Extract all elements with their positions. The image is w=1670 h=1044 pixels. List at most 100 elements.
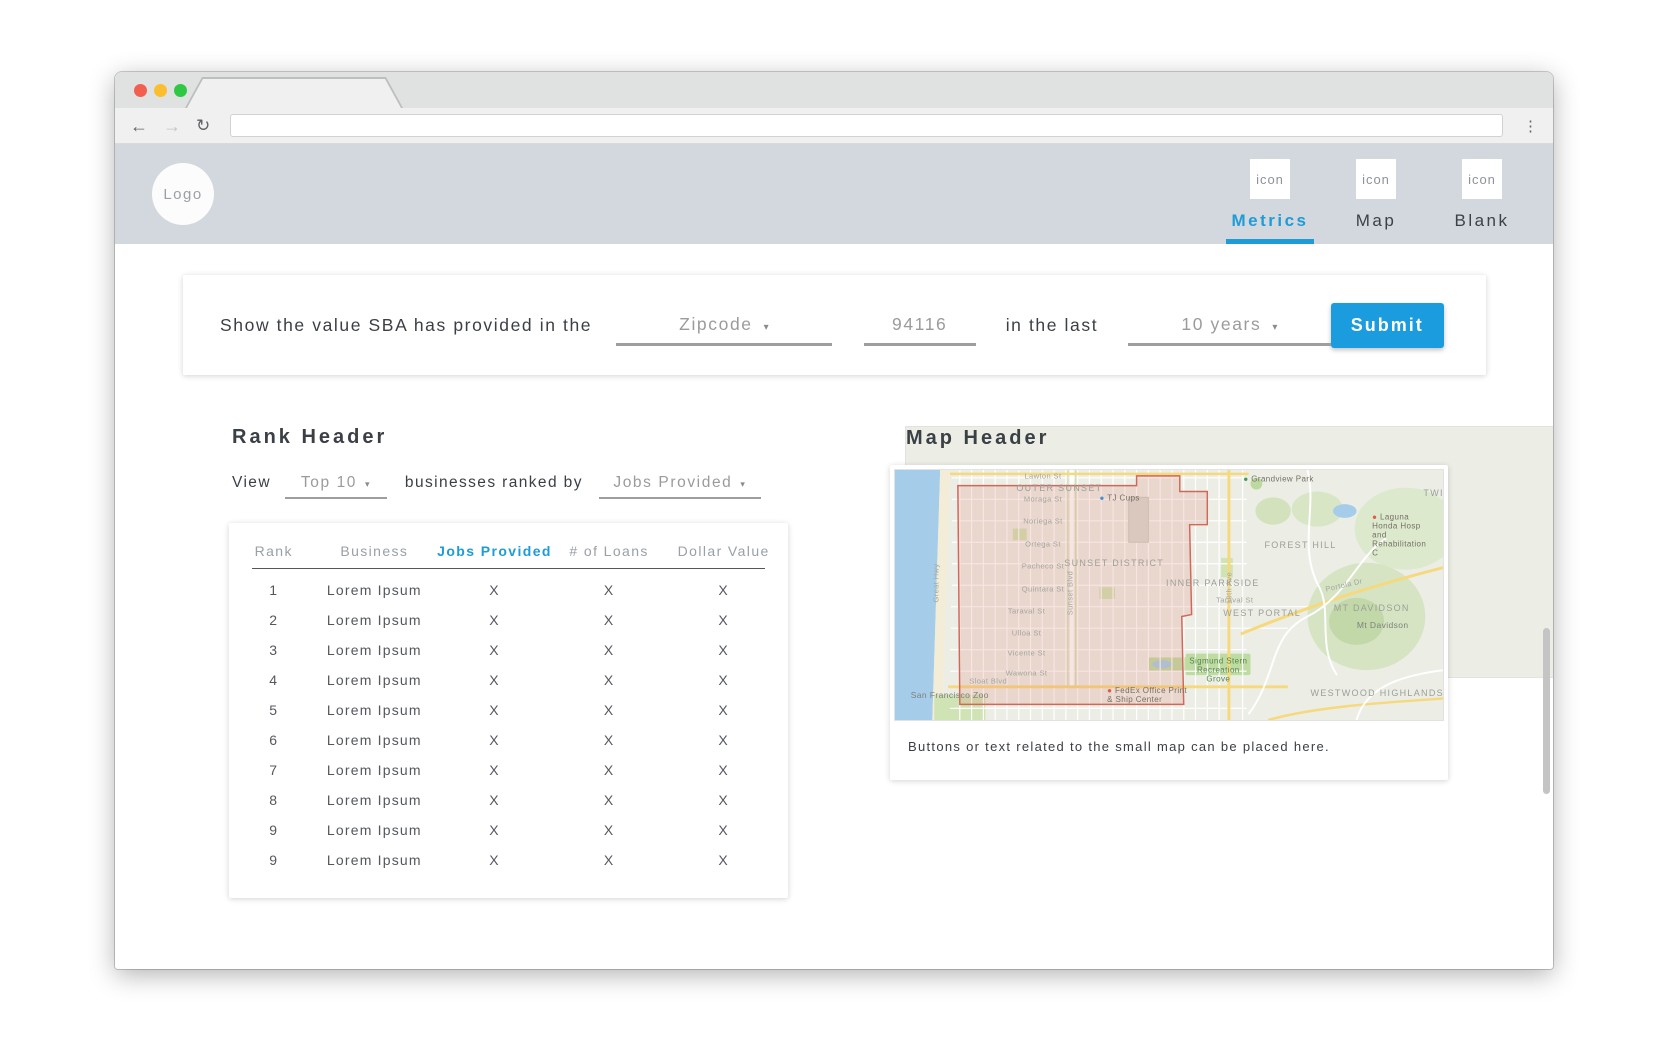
cell-rank: 3	[229, 642, 318, 658]
cell-rank: 1	[229, 582, 318, 598]
table-row: 3 Lorem Ipsum X X X	[229, 635, 788, 665]
map-label: Grandview Park	[1243, 474, 1313, 483]
cell-business: Lorem Ipsum	[318, 702, 430, 718]
cell-jobs-provided: X	[430, 582, 559, 598]
cell-business: Lorem Ipsum	[318, 672, 430, 688]
cell-dollar-value: X	[659, 582, 788, 598]
cell-rank: 6	[229, 732, 318, 748]
map-label: Ulloa St	[1012, 628, 1041, 637]
geo-type-dropdown[interactable]: Zipcode ▾	[616, 314, 832, 346]
map-labels-layer: OUTER SUNSETSUNSET DISTRICTINNER PARKSID…	[895, 470, 1443, 720]
map-label: Moraga St	[1024, 494, 1062, 503]
table-body: 1 Lorem Ipsum X X X 2 Lorem Ipsum X X X	[229, 569, 788, 875]
cell-rank: 8	[229, 792, 318, 808]
map-label: Sigmund Stern Recreation Grove	[1189, 657, 1247, 684]
cell-loans: X	[559, 642, 660, 658]
close-window-button[interactable]	[134, 84, 147, 97]
ranked-by-dropdown[interactable]: Jobs Provided ▾	[599, 474, 761, 499]
chevron-down-icon: ▾	[764, 322, 769, 333]
browser-toolbar: ← → ↻ ⋮	[115, 108, 1553, 144]
geo-type-value: Zipcode	[679, 314, 752, 335]
ranked-by-label: businesses ranked by	[405, 474, 583, 492]
column-header-loans[interactable]: # of Loans	[559, 543, 660, 559]
map-label: MT DAVIDSON	[1334, 603, 1410, 613]
map-label: FedEx Office Print & Ship Center	[1107, 686, 1187, 704]
cell-jobs-provided: X	[430, 702, 559, 718]
cell-loans: X	[559, 582, 660, 598]
browser-tab[interactable]	[185, 77, 403, 108]
map-label: Quintara St	[1022, 584, 1064, 593]
nav-item-map[interactable]: icon Map	[1323, 144, 1429, 244]
cell-rank: 9	[229, 822, 318, 838]
cell-rank: 7	[229, 762, 318, 778]
cell-rank: 9	[229, 852, 318, 868]
browser-titlebar	[115, 72, 1553, 108]
browser-window: ← → ↻ ⋮ Logo icon Metrics icon Map	[115, 72, 1553, 969]
map-label: OUTER SUNSET	[1016, 483, 1102, 493]
map-label: SUNSET DISTRICT	[1064, 558, 1164, 568]
browser-menu-icon[interactable]: ⋮	[1523, 117, 1538, 135]
map-label: WEST PORTAL	[1223, 608, 1301, 618]
chevron-down-icon: ▾	[740, 479, 746, 490]
cell-business: Lorem Ipsum	[318, 792, 430, 808]
cell-loans: X	[559, 612, 660, 628]
cell-dollar-value: X	[659, 702, 788, 718]
cell-jobs-provided: X	[430, 852, 559, 868]
chevron-down-icon: ▾	[1272, 322, 1277, 333]
minimize-window-button[interactable]	[154, 84, 167, 97]
map-label: Lawton St	[1024, 472, 1061, 481]
map-label: Pacheco St	[1022, 562, 1064, 571]
rank-section-title: Rank Header	[232, 426, 387, 449]
cell-jobs-provided: X	[430, 642, 559, 658]
time-period-dropdown[interactable]: 10 years ▾	[1128, 314, 1330, 346]
zipcode-input[interactable]	[864, 314, 976, 346]
column-header-rank[interactable]: Rank	[229, 543, 318, 559]
cell-business: Lorem Ipsum	[318, 762, 430, 778]
column-header-business[interactable]: Business	[318, 543, 430, 559]
metrics-icon: icon	[1250, 159, 1290, 199]
forward-icon[interactable]: →	[163, 117, 181, 135]
cell-loans: X	[559, 822, 660, 838]
screenshot-canvas: ← → ↻ ⋮ Logo icon Metrics icon Map	[0, 0, 1670, 1044]
blank-icon: icon	[1462, 159, 1502, 199]
map-label: San Francisco Zoo	[911, 690, 989, 700]
nav-item-metrics[interactable]: icon Metrics	[1217, 144, 1323, 244]
logo[interactable]: Logo	[152, 163, 214, 225]
map-label: Vicente St	[1007, 648, 1045, 657]
logo-text: Logo	[163, 186, 202, 203]
cell-rank: 2	[229, 612, 318, 628]
icon-placeholder-text: icon	[1362, 172, 1390, 187]
back-icon[interactable]: ←	[130, 117, 148, 135]
map[interactable]: OUTER SUNSETSUNSET DISTRICTINNER PARKSID…	[894, 469, 1444, 721]
nav-item-blank[interactable]: icon Blank	[1429, 144, 1535, 244]
cell-jobs-provided: X	[430, 612, 559, 628]
cell-business: Lorem Ipsum	[318, 732, 430, 748]
map-label: Wawona St	[1006, 668, 1048, 677]
top-count-dropdown[interactable]: Top 10 ▾	[285, 474, 387, 499]
tab-face	[187, 79, 401, 108]
cell-rank: 4	[229, 672, 318, 688]
column-header-dollar-value[interactable]: Dollar Value	[659, 543, 788, 559]
submit-button[interactable]: Submit	[1331, 303, 1444, 348]
refresh-icon[interactable]: ↻	[196, 117, 210, 134]
map-label: Noriega St	[1023, 517, 1062, 526]
cell-dollar-value: X	[659, 612, 788, 628]
map-label: TWIN	[1423, 488, 1444, 498]
cell-dollar-value: X	[659, 732, 788, 748]
cell-jobs-provided: X	[430, 732, 559, 748]
cell-jobs-provided: X	[430, 792, 559, 808]
ranked-by-value: Jobs Provided	[613, 474, 732, 492]
url-bar[interactable]	[230, 114, 1503, 137]
scrollbar-thumb[interactable]	[1543, 628, 1550, 794]
cell-jobs-provided: X	[430, 762, 559, 778]
cell-jobs-provided: X	[430, 822, 559, 838]
map-label: Portola Dr	[1325, 576, 1364, 593]
map-label: FOREST HILL	[1264, 540, 1336, 550]
nav-label-map: Map	[1356, 211, 1397, 231]
table-row: 9 Lorem Ipsum X X X	[229, 815, 788, 845]
table-row: 1 Lorem Ipsum X X X	[229, 575, 788, 605]
app-header: Logo icon Metrics icon Map icon Blank	[115, 144, 1553, 244]
icon-placeholder-text: icon	[1256, 172, 1284, 187]
column-header-jobs-provided[interactable]: Jobs Provided	[430, 543, 559, 559]
main-nav: icon Metrics icon Map icon Blank	[1217, 144, 1535, 244]
